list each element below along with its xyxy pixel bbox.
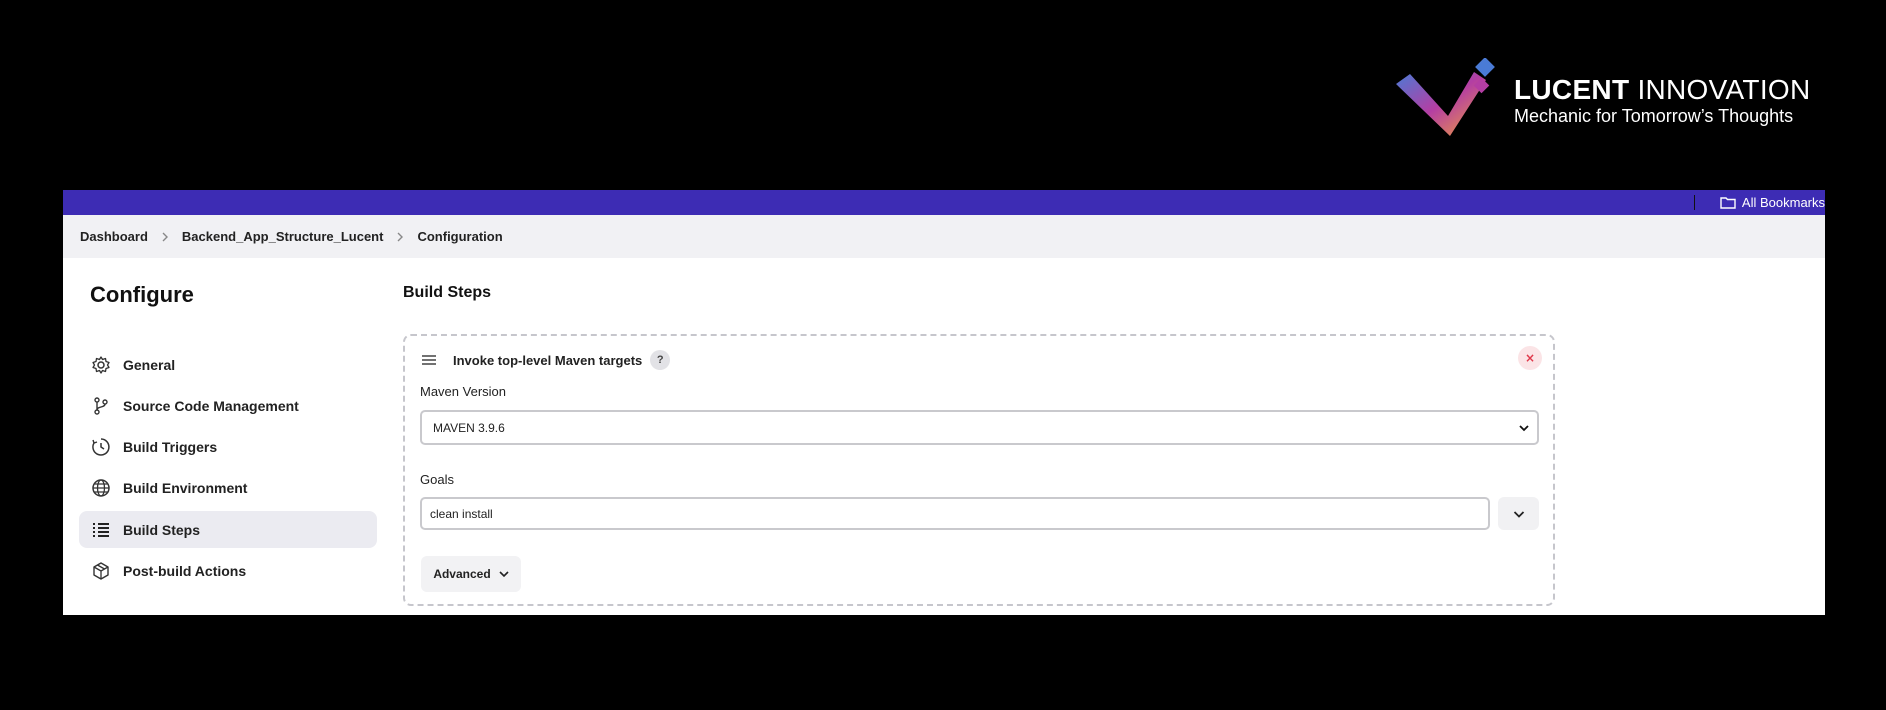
breadcrumb: Dashboard Backend_App_Structure_Lucent C…: [63, 215, 1825, 258]
goals-label: Goals: [420, 472, 454, 487]
sidebar-item-label: Post-build Actions: [123, 562, 247, 579]
help-icon[interactable]: ?: [650, 350, 671, 370]
branch-icon: [91, 396, 111, 416]
chevron-down-icon: [1519, 425, 1529, 432]
chevron-right-icon: [161, 232, 169, 242]
all-bookmarks-label: All Bookmarks: [1741, 195, 1825, 210]
build-step-title: Invoke top-level Maven targets: [453, 352, 643, 368]
sidebar-item-label: Build Triggers: [123, 439, 218, 456]
maven-version-label: Maven Version: [420, 384, 506, 399]
divider: [1694, 195, 1695, 210]
goals-value: clean install: [430, 506, 493, 521]
expand-goals-button[interactable]: [1498, 497, 1539, 530]
sidebar-item-build-environment[interactable]: Build Environment: [79, 470, 377, 507]
brand-name: LUCENT INNOVATION: [1514, 74, 1811, 105]
brand-logo-block: LUCENT INNOVATION Mechanic for Tomorrow’…: [1390, 58, 1810, 138]
sidebar-item-build-steps[interactable]: Build Steps: [79, 511, 377, 549]
list-icon: [91, 520, 111, 540]
maven-version-select[interactable]: MAVEN 3.9.6: [420, 410, 1539, 445]
sidebar-item-source-code-management[interactable]: Source Code Management: [79, 387, 377, 424]
build-step-header: Invoke top-level Maven targets ?: [421, 350, 671, 370]
bookmarks-bar: All Bookmarks: [63, 190, 1825, 215]
sidebar-item-build-triggers[interactable]: Build Triggers: [79, 429, 377, 466]
brand-tagline: Mechanic for Tomorrow’s Thoughts: [1514, 106, 1794, 126]
sidebar-nav: General Source Code Management Build Tri…: [79, 346, 377, 594]
all-bookmarks-button[interactable]: All Bookmarks: [1720, 195, 1825, 210]
clock-icon: [91, 437, 111, 457]
sidebar-title: Configure: [90, 282, 194, 307]
chevron-right-icon: [396, 232, 404, 242]
goals-input[interactable]: clean install: [420, 497, 1490, 530]
sidebar-item-label: General: [123, 356, 176, 373]
globe-icon: [91, 478, 111, 498]
package-icon: [91, 561, 111, 581]
maven-version-value: MAVEN 3.9.6: [433, 420, 505, 435]
build-step-card: Invoke top-level Maven targets ? × Maven…: [403, 334, 1555, 606]
browser-window: All Bookmarks Dashboard Backend_App_Stru…: [63, 190, 1825, 615]
folder-icon: [1720, 197, 1736, 209]
drag-handle-icon[interactable]: [421, 353, 437, 367]
advanced-label: Advanced: [433, 567, 491, 581]
main-content: Configure General Source Code Management…: [63, 258, 1825, 615]
chevron-down-icon: [1513, 510, 1524, 518]
section-title: Build Steps: [403, 284, 492, 301]
chevron-down-icon: [499, 571, 509, 578]
breadcrumb-project[interactable]: Backend_App_Structure_Lucent: [182, 229, 384, 244]
breadcrumb-configuration[interactable]: Configuration: [417, 229, 502, 244]
advanced-button[interactable]: Advanced: [421, 556, 521, 592]
sidebar-item-label: Build Environment: [123, 480, 248, 497]
sidebar-item-post-build-actions[interactable]: Post-build Actions: [79, 552, 377, 589]
sidebar-item-general[interactable]: General: [79, 346, 377, 383]
breadcrumb-dashboard[interactable]: Dashboard: [80, 229, 148, 244]
sidebar-item-label: Build Steps: [123, 521, 201, 538]
sidebar-item-label: Source Code Management: [123, 397, 299, 414]
gear-icon: [91, 355, 111, 375]
delete-step-button[interactable]: ×: [1518, 346, 1542, 370]
lucent-logo-icon: [1396, 58, 1495, 136]
